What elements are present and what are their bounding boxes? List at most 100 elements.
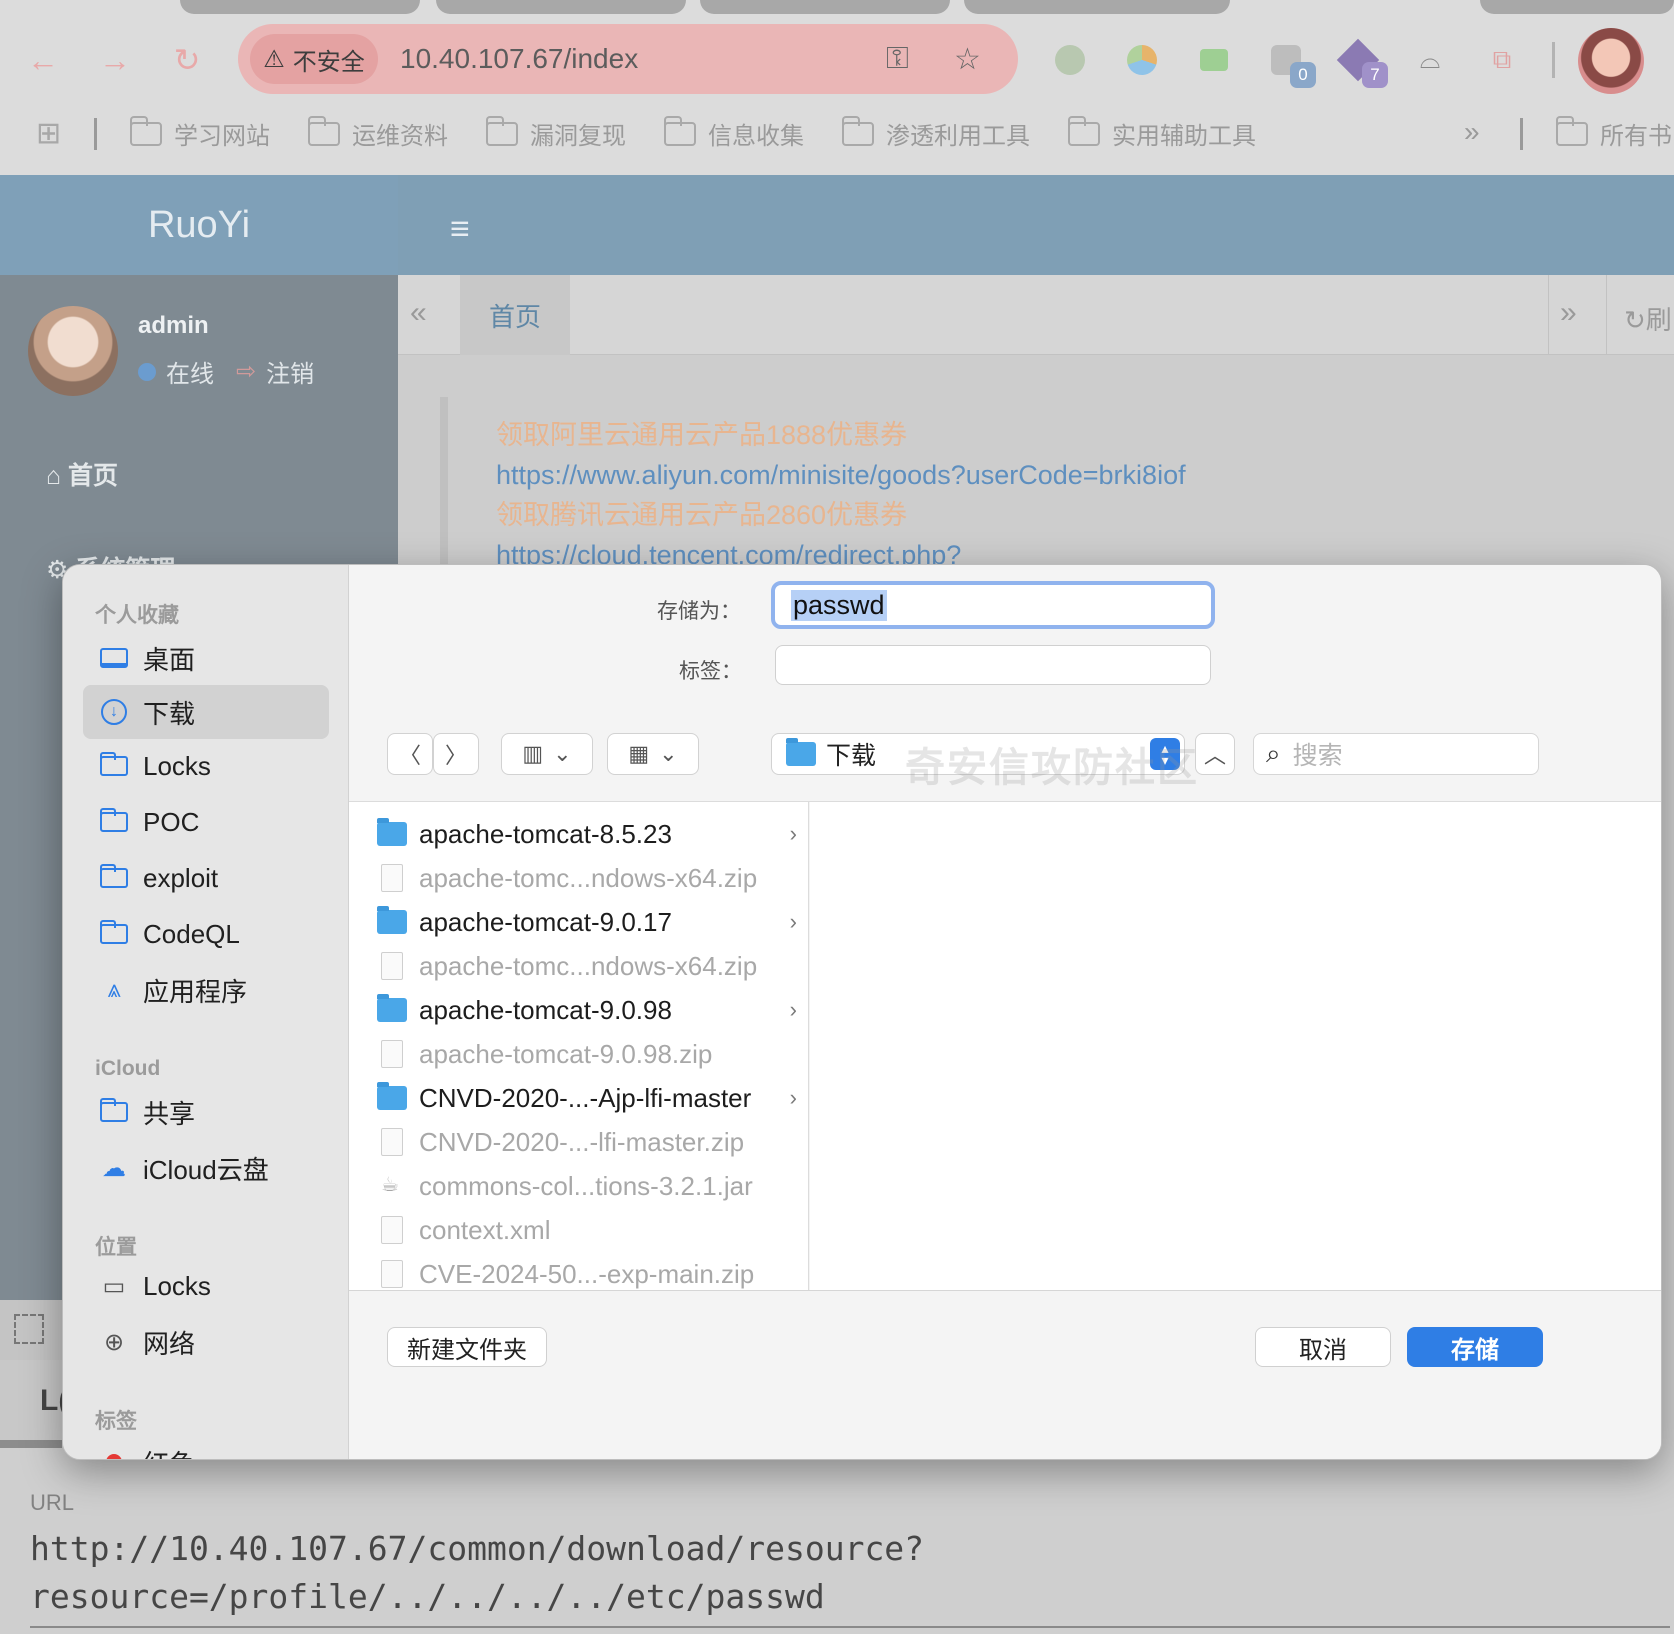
file-row[interactable]: apache-tomcat-9.0.98.zip (377, 1032, 797, 1076)
scroll-left-icon[interactable]: « (410, 296, 427, 330)
bookmark-folder[interactable]: 学习网站 (129, 115, 270, 151)
refresh-tab-button[interactable]: ↻刷 (1624, 300, 1672, 337)
file-name: apache-tomcat-9.0.98 (419, 994, 672, 1025)
nav-back-button[interactable]: 〈 (387, 733, 433, 775)
tags-field[interactable] (775, 645, 1211, 685)
user-status: 在线 ⇨ 注销 (138, 354, 314, 389)
folder-row[interactable]: apache-tomcat-9.0.98 › (377, 988, 797, 1032)
browser-toolbar: ← → ↻ ⚠ 不安全 10.40.107.67/index ⚿ ☆ 0 7 ⌓… (0, 0, 1674, 175)
folder-icon (377, 1082, 407, 1110)
promo-link[interactable]: https://www.aliyun.com/minisite/goods?us… (496, 455, 1186, 495)
tags-label: 标签： (679, 660, 742, 683)
tab-strip-tab[interactable] (436, 0, 686, 14)
tab-strip-tab[interactable] (1480, 0, 1674, 14)
address-bar[interactable]: ⚠ 不安全 10.40.107.67/index ⚿ ☆ (238, 24, 1018, 94)
extension-icon[interactable] (1194, 40, 1234, 80)
sidebar-item-codeql[interactable]: CodeQL (83, 907, 329, 961)
url-text[interactable]: 10.40.107.67/index (400, 38, 638, 80)
panel-tab-fragment[interactable]: L( (0, 1360, 68, 1440)
sidebar-item-icloud-drive[interactable]: ☁ iCloud云盘 (83, 1141, 329, 1195)
favorites-section-title: 个人收藏 (95, 604, 179, 627)
extension-icon[interactable] (1050, 40, 1090, 80)
new-folder-button[interactable]: 新建文件夹 (387, 1327, 547, 1367)
file-row[interactable]: apache-tomc...ndows-x64.zip (377, 944, 797, 988)
globe-icon: ⊕ (103, 1328, 125, 1356)
folder-row[interactable]: apache-tomcat-8.5.23 › (377, 812, 797, 856)
reload-icon[interactable]: ↻ (162, 38, 212, 82)
hat-icon[interactable]: ⌓ (1410, 40, 1450, 80)
security-chip[interactable]: ⚠ 不安全 (250, 34, 378, 84)
column-view-button[interactable]: ▥ ⌄ (501, 733, 593, 775)
sidebar-item-locks[interactable]: Locks (83, 739, 329, 793)
folder-icon (99, 864, 128, 888)
request-url[interactable]: http://10.40.107.67/common/download/reso… (30, 1525, 924, 1621)
extension-icon[interactable] (1122, 40, 1162, 80)
file-name: CNVD-2020-...-lfi-master.zip (419, 1126, 745, 1157)
folder-icon (663, 115, 696, 146)
puzzle-icon[interactable]: ⧉ (1482, 40, 1522, 80)
inspect-element-icon[interactable] (0, 1300, 62, 1360)
file-row[interactable]: CNVD-2020-...-lfi-master.zip (377, 1120, 797, 1164)
search-field[interactable]: ⌕ 搜索 (1253, 733, 1539, 775)
forward-icon[interactable]: → (90, 38, 140, 82)
extension-icon[interactable]: 0 (1266, 40, 1316, 88)
zip-icon (381, 1128, 403, 1156)
preview-column (810, 802, 1661, 1290)
sidebar-item-exploit[interactable]: exploit (83, 851, 329, 905)
save-dialog: 个人收藏 桌面 ↓ 下载 Locks POC exploit CodeQL ⩓ 应用… (62, 564, 1662, 1460)
sidebar-item-poc[interactable]: POC (83, 795, 329, 849)
tab-strip-tab[interactable] (964, 0, 1230, 14)
sidebar-item-desktop[interactable]: 桌面 (83, 631, 329, 685)
logout-link[interactable]: 注销 (266, 354, 314, 389)
scroll-right-icon[interactable]: » (1560, 296, 1577, 330)
all-bookmarks[interactable]: 所有书 (1555, 115, 1672, 151)
group-view-button[interactable]: ▦ ⌄ (607, 733, 699, 775)
folder-row[interactable]: apache-tomcat-9.0.17 › (377, 900, 797, 944)
tab-strip-tab[interactable] (700, 0, 950, 14)
sidebar-item-home[interactable]: ⌂ 首页 (46, 456, 118, 492)
sidebar-item-applications[interactable]: ⩓ 应用程序 (83, 963, 329, 1017)
bookmarks-overflow[interactable]: » (1464, 116, 1480, 148)
toolbar-divider (1552, 42, 1555, 78)
sidebar-item-tag-red[interactable]: 红色 (83, 1435, 329, 1459)
nav-forward-button[interactable]: 〉 (433, 733, 479, 775)
save-as-field[interactable]: passwd (771, 581, 1215, 629)
extension-badge: 7 (1362, 62, 1388, 88)
back-icon[interactable]: ← (18, 38, 68, 82)
cancel-button[interactable]: 取消 (1255, 1327, 1391, 1367)
icloud-section-title: iCloud (95, 1057, 161, 1080)
file-name: apache-tomcat-8.5.23 (419, 818, 672, 849)
sidebar-item-locks-disk[interactable]: ▭ Locks (83, 1259, 329, 1313)
promo-text: 领取阿里云通用云产品1888优惠券 (496, 420, 908, 450)
bookmark-folder[interactable]: 漏洞复现 (485, 115, 626, 151)
sidebar-item-downloads[interactable]: ↓ 下载 (83, 685, 329, 739)
sidebar-item-shared[interactable]: 共享 (83, 1085, 329, 1139)
bookmark-folder[interactable]: 实用辅助工具 (1067, 115, 1256, 151)
chevron-right-icon: 〉 (444, 743, 467, 768)
key-icon[interactable]: ⚿ (886, 42, 909, 76)
file-row[interactable]: apache-tomc...ndows-x64.zip (377, 856, 797, 900)
bookmark-folder[interactable]: 信息收集 (663, 115, 804, 151)
file-row[interactable]: ☕ commons-col...tions-3.2.1.jar (377, 1164, 797, 1208)
apps-grid-icon[interactable]: ⊞ (36, 116, 61, 151)
tab-strip-tab[interactable] (180, 0, 420, 14)
bookmark-folder[interactable]: 渗透利用工具 (841, 115, 1030, 151)
file-row[interactable]: CVE-2024-50...-exp-main.zip (377, 1252, 797, 1290)
sidebar-item-network[interactable]: ⊕ 网络 (83, 1315, 329, 1369)
document-icon (381, 1216, 403, 1244)
dialog-footer (349, 1290, 1661, 1459)
panel-scrollbar[interactable] (0, 1440, 62, 1448)
menu-toggle-icon[interactable]: ≡ (450, 210, 470, 249)
file-column: apache-tomcat-8.5.23 › apache-tomc...ndows… (349, 802, 809, 1290)
star-icon[interactable]: ☆ (954, 42, 981, 77)
folder-icon (99, 752, 128, 776)
chevron-up-icon: ︿ (1203, 743, 1226, 768)
save-button[interactable]: 存储 (1407, 1327, 1543, 1367)
collapse-button[interactable]: ︿ (1195, 733, 1235, 775)
tab-home[interactable]: 首页 (460, 275, 570, 355)
profile-avatar[interactable] (1578, 28, 1644, 94)
file-row[interactable]: context.xml (377, 1208, 797, 1252)
folder-row[interactable]: CNVD-2020-...-Ajp-lfi-master › (377, 1076, 797, 1120)
bookmark-folder[interactable]: 运维资料 (307, 115, 448, 151)
extension-icon[interactable]: 7 (1336, 38, 1388, 88)
